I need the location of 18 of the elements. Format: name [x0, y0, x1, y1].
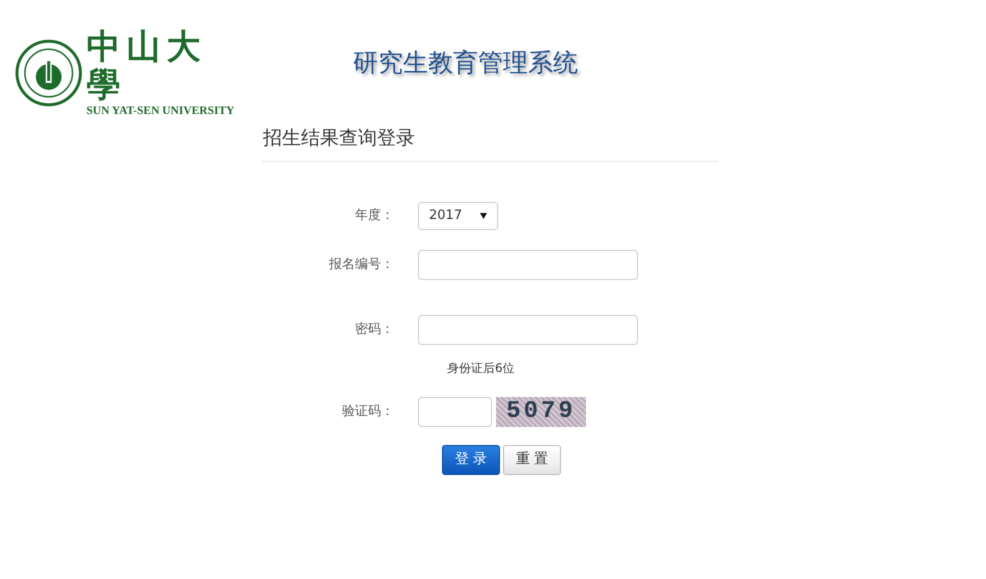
field-label: 验证码：: [341, 402, 395, 421]
captcha-image[interactable]: 5079: [496, 396, 586, 426]
password-field[interactable]: [418, 314, 638, 344]
form-title: 招生结果查询登录: [262, 120, 718, 162]
reset-button[interactable]: 重 置: [503, 444, 561, 474]
field-hint: 身份证后6位: [447, 360, 516, 376]
field-label: 密码：: [354, 320, 395, 339]
university-logo-text: 中山大學: [86, 28, 208, 104]
year-select[interactable]: 2017: [418, 202, 498, 230]
university-emblem-icon: [15, 39, 82, 107]
field-label: 年度：: [354, 206, 395, 225]
captcha-field[interactable]: [418, 396, 492, 426]
registration-number-field[interactable]: [418, 250, 638, 280]
system-title: 研究生教育管理系统: [353, 47, 578, 79]
login-button[interactable]: 登 录: [442, 444, 500, 474]
dropdown-caret-icon: [480, 212, 487, 218]
field-label: 报名编号：: [328, 256, 395, 274]
university-english-name: SUN YAT-SEN UNIVERSITY: [86, 104, 236, 118]
